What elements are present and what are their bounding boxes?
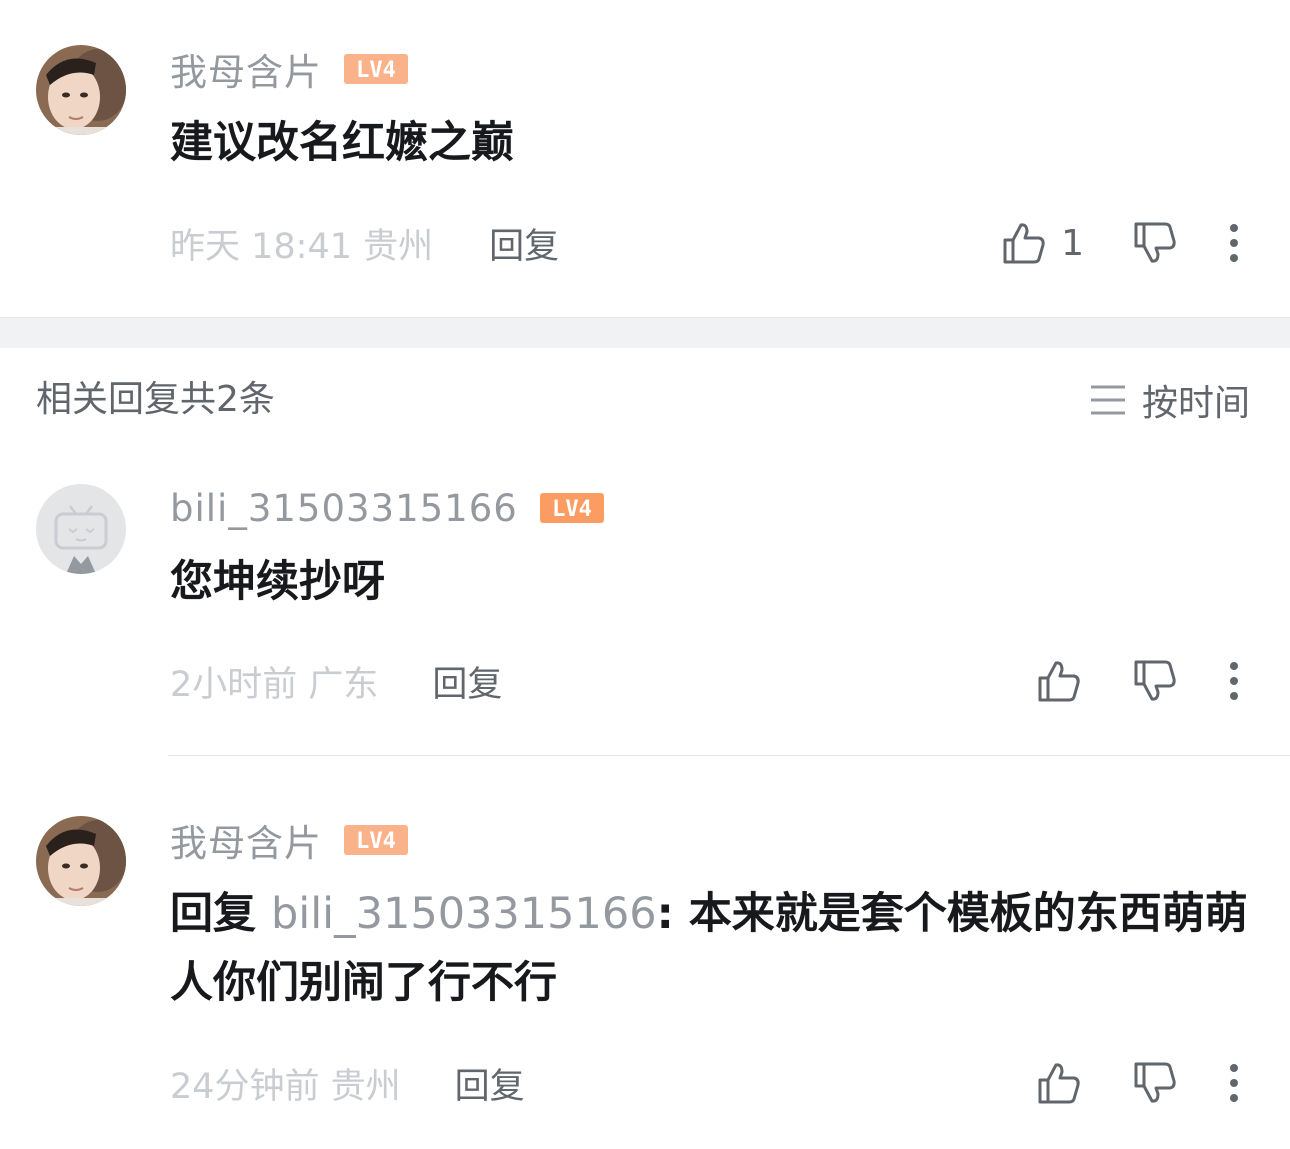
- thumbs-down-icon: [1134, 1062, 1176, 1103]
- main-comment: 我母含片 LV4 建议改名红嬷之巅 昨天 18:41 贵州 回复 1: [0, 0, 1290, 317]
- section-divider: [0, 317, 1290, 348]
- username[interactable]: 我母含片: [170, 813, 322, 867]
- avatar[interactable]: [36, 816, 126, 906]
- sort-label: 按时间: [1141, 383, 1250, 424]
- reply-button[interactable]: 回复: [455, 1058, 525, 1109]
- sort-button[interactable]: 按时间: [1090, 372, 1250, 428]
- bilibili-tv-avatar-icon: [36, 484, 126, 574]
- dislike-button[interactable]: [1132, 220, 1178, 266]
- like-count: 1: [1061, 222, 1084, 264]
- level-text: LV4: [356, 829, 396, 854]
- thumbs-down-icon: [1134, 222, 1176, 263]
- avatar[interactable]: [36, 45, 126, 135]
- like-button[interactable]: 1: [1001, 220, 1084, 266]
- level-text: LV4: [356, 58, 396, 83]
- replies-header: 相关回复共2条 按时间: [0, 372, 1290, 428]
- thumbs-up-icon: [1003, 223, 1045, 264]
- replies-count-title: 相关回复共2条: [36, 379, 275, 420]
- dislike-button[interactable]: [1132, 1060, 1178, 1106]
- reply-prefix: 回复: [170, 889, 271, 939]
- like-button[interactable]: [1036, 1060, 1082, 1106]
- more-button[interactable]: [1228, 223, 1240, 263]
- dislike-button[interactable]: [1132, 658, 1178, 704]
- level-badge: LV4: [344, 54, 408, 84]
- reply-content: 您坤续抄呀: [170, 557, 385, 607]
- comment-content: 建议改名红嬷之巅: [170, 118, 514, 168]
- reply-button[interactable]: 回复: [432, 656, 502, 707]
- level-text: LV4: [552, 497, 592, 522]
- more-button[interactable]: [1228, 1063, 1240, 1103]
- more-vertical-icon: [1230, 662, 1238, 700]
- reply-item: 我母含片 LV4 回复 bili_31503315166: 本来就是套个模板的东…: [0, 756, 1290, 1149]
- reply-item: bili_31503315166 LV4 您坤续抄呀 2小时前 广东 回复: [0, 460, 1290, 755]
- thumbs-up-icon: [1038, 1063, 1080, 1104]
- reply-button[interactable]: 回复: [489, 218, 559, 269]
- reply-time-location: 2小时前 广东: [170, 664, 379, 705]
- username[interactable]: bili_31503315166: [170, 487, 518, 530]
- username[interactable]: 我母含片: [170, 42, 322, 96]
- user-photo-avatar: [36, 816, 126, 906]
- reply-time-location: 24分钟前 贵州: [170, 1066, 401, 1107]
- mention-link[interactable]: bili_31503315166: [271, 889, 657, 939]
- sort-lines-icon: [1090, 385, 1125, 415]
- reply-content: 回复 bili_31503315166: 本来就是套个模板的东西萌萌人你们别闹了…: [170, 880, 1250, 1018]
- comment-time-location: 昨天 18:41 贵州: [170, 226, 434, 267]
- user-photo-avatar: [36, 45, 126, 135]
- thumbs-down-icon: [1134, 660, 1176, 701]
- more-vertical-icon: [1230, 1064, 1238, 1102]
- avatar[interactable]: [36, 484, 126, 574]
- level-badge: LV4: [539, 493, 604, 523]
- level-badge: LV4: [344, 825, 408, 855]
- like-button[interactable]: [1036, 658, 1082, 704]
- thumbs-up-icon: [1038, 661, 1080, 702]
- more-button[interactable]: [1228, 661, 1240, 701]
- more-vertical-icon: [1230, 224, 1238, 262]
